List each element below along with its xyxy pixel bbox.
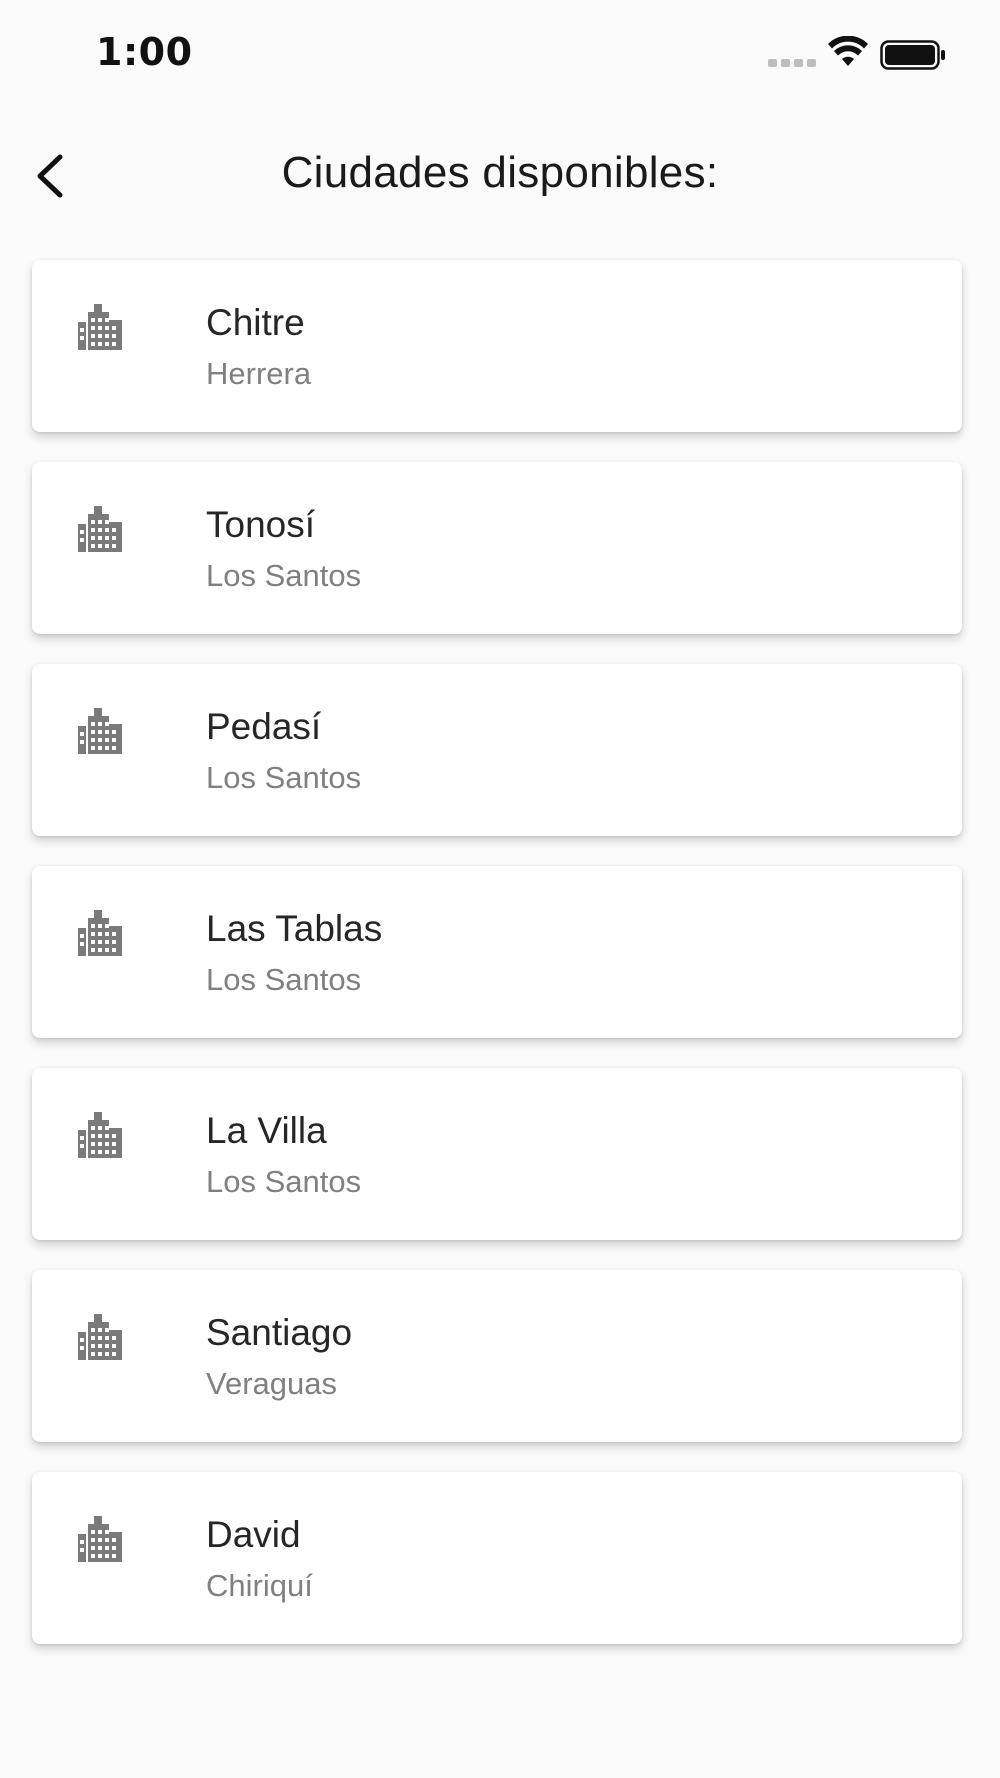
city-province: Chiriquí <box>206 1568 313 1603</box>
city-province: Veraguas <box>206 1366 337 1401</box>
status-time: 1:00 <box>96 30 193 74</box>
signal-icon <box>768 59 816 67</box>
city-list-item[interactable]: Santiago Veraguas <box>32 1270 962 1442</box>
status-bar: 1:00 <box>0 0 1000 110</box>
city-province: Los Santos <box>206 558 362 593</box>
city-province: Los Santos <box>206 962 362 997</box>
city-icon <box>78 304 122 350</box>
city-province: Los Santos <box>206 760 362 795</box>
city-name: Chitre <box>206 302 305 343</box>
city-list-item[interactable]: La Villa Los Santos <box>32 1068 962 1240</box>
city-list: Chitre Herrera Tonosí Los Santos Pedasí … <box>32 260 962 1674</box>
city-name: Santiago <box>206 1312 353 1353</box>
city-icon <box>78 1516 122 1562</box>
page-title: Ciudades disponibles: <box>281 148 719 197</box>
city-list-item[interactable]: Pedasí Los Santos <box>32 664 962 836</box>
city-name: David <box>206 1514 301 1555</box>
battery-icon <box>880 40 945 70</box>
wifi-icon <box>828 36 868 66</box>
city-list-item[interactable]: David Chiriquí <box>32 1472 962 1644</box>
city-icon <box>78 910 122 956</box>
city-list-item[interactable]: Tonosí Los Santos <box>32 462 962 634</box>
city-name: La Villa <box>206 1110 327 1151</box>
city-list-item[interactable]: Las Tablas Los Santos <box>32 866 962 1038</box>
app-header: Ciudades disponibles: <box>0 130 1000 220</box>
city-name: Las Tablas <box>206 908 383 949</box>
city-icon <box>78 708 122 754</box>
city-icon <box>78 1314 122 1360</box>
city-name: Tonosí <box>206 504 316 545</box>
city-icon <box>78 1112 122 1158</box>
city-province: Los Santos <box>206 1164 362 1199</box>
city-province: Herrera <box>206 356 312 391</box>
city-list-item[interactable]: Chitre Herrera <box>32 260 962 432</box>
city-name: Pedasí <box>206 706 322 747</box>
city-icon <box>78 506 122 552</box>
